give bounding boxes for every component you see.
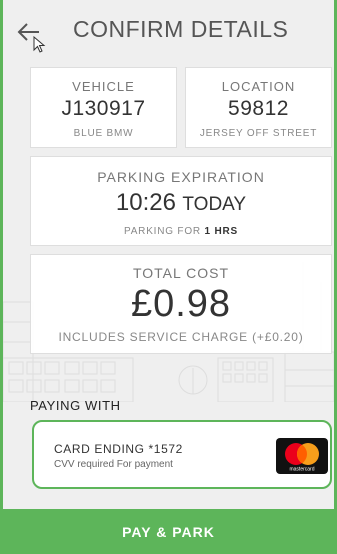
- duration-prefix: PARKING FOR: [123, 226, 201, 237]
- expiration-day: TODAY: [182, 194, 247, 215]
- paying-with-label: PAYING WITH: [30, 398, 121, 413]
- total-cost-card: TOTAL COST £0.98 INCLUDES SERVICE CHARGE…: [30, 254, 332, 354]
- service-charge-note: INCLUDES SERVICE CHARGE (+£0.20): [58, 330, 304, 344]
- location-code: 59812: [228, 97, 289, 120]
- vehicle-description: BLUE BMW: [73, 128, 134, 139]
- mouse-cursor-icon: [33, 36, 46, 53]
- pay-and-park-button[interactable]: PAY & PARK: [3, 509, 334, 554]
- header: CONFIRM DETAILS: [3, 0, 334, 64]
- vehicle-plate: J130917: [61, 97, 146, 120]
- duration-value: 1 HRS: [204, 226, 238, 237]
- confirm-details-screen: CONFIRM DETAILS VEHICLE J130917 BLUE BMW…: [0, 0, 337, 554]
- vehicle-card: VEHICLE J130917 BLUE BMW: [30, 67, 177, 148]
- parking-duration: PARKING FOR 1 HRS: [31, 226, 331, 237]
- expiration-label: PARKING EXPIRATION: [97, 169, 265, 185]
- payment-card-selector[interactable]: CARD ENDING *1572 CVV required For payme…: [32, 420, 332, 489]
- total-cost-label: TOTAL COST: [132, 265, 230, 281]
- location-label: LOCATION: [221, 79, 296, 94]
- parking-expiration-card: PARKING EXPIRATION 10:26 TODAY PARKING F…: [30, 156, 332, 246]
- location-name: JERSEY OFF STREET: [199, 128, 318, 139]
- expiration-time-row: 10:26 TODAY: [31, 189, 331, 217]
- cvv-note: CVV required For payment: [54, 459, 173, 470]
- page-title: CONFIRM DETAILS: [73, 16, 289, 42]
- mastercard-wordmark: mastercard: [289, 467, 314, 473]
- card-ending-text: CARD ENDING *1572: [54, 442, 183, 456]
- vehicle-label: VEHICLE: [72, 79, 135, 94]
- mastercard-icon: mastercard: [276, 438, 328, 474]
- total-cost-amount: £0.98: [130, 283, 232, 325]
- location-card: LOCATION 59812 JERSEY OFF STREET: [185, 67, 332, 148]
- expiration-time: 10:26: [115, 189, 176, 216]
